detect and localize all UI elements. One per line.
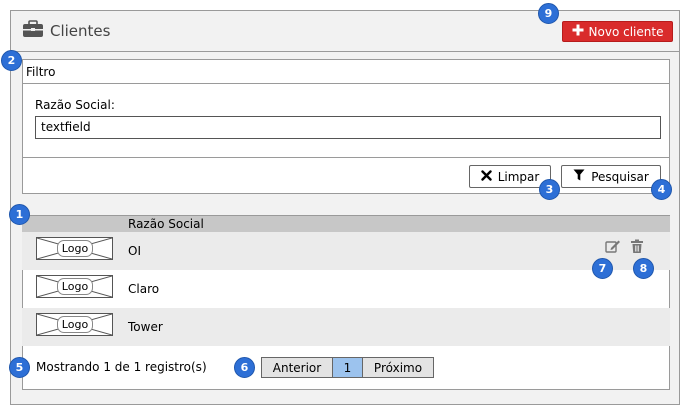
new-client-label: Novo cliente: [588, 24, 664, 39]
logo-label: Logo: [57, 316, 93, 333]
pagination-current-page[interactable]: 1: [333, 358, 363, 377]
logo-placeholder: Logo: [36, 237, 113, 260]
client-name: Tower: [128, 320, 163, 334]
header-divider: [10, 51, 680, 52]
annotation-badge-5: 5: [9, 357, 30, 378]
annotation-badge-4: 4: [651, 179, 672, 200]
search-button[interactable]: Pesquisar: [561, 165, 661, 188]
trash-icon[interactable]: [630, 239, 644, 258]
annotation-badge-3: 3: [539, 179, 560, 200]
table-header: Razão Social: [22, 216, 670, 232]
annotation-badge-1: 1: [9, 204, 30, 225]
pagination-next[interactable]: Próximo: [363, 358, 433, 377]
pagination: Anterior 1 Próximo: [261, 357, 434, 378]
filter-title: Filtro: [26, 65, 56, 79]
company-name-label: Razão Social:: [35, 98, 115, 112]
plus-icon: [572, 24, 584, 39]
filter-title-divider: [22, 83, 670, 84]
table-row[interactable]: Logo Tower: [22, 308, 670, 346]
records-count: Mostrando 1 de 1 registro(s): [36, 360, 207, 374]
company-name-input[interactable]: textfield: [35, 116, 661, 139]
edit-icon[interactable]: [605, 239, 621, 258]
logo-placeholder: Logo: [36, 313, 113, 336]
logo-label: Logo: [57, 240, 93, 257]
funnel-icon: [573, 169, 585, 184]
annotation-badge-8: 8: [633, 258, 654, 279]
briefcase-icon: [22, 20, 44, 42]
client-name: OI: [128, 244, 141, 258]
clear-button[interactable]: Limpar: [469, 165, 551, 188]
client-name: Claro: [128, 282, 160, 296]
clear-label: Limpar: [497, 169, 540, 184]
new-client-button[interactable]: Novo cliente: [562, 21, 673, 42]
annotation-badge-6: 6: [234, 357, 255, 378]
filter-actions-divider: [22, 157, 670, 158]
annotation-badge-7: 7: [592, 258, 613, 279]
page-title: Clientes: [50, 22, 111, 40]
logo-label: Logo: [57, 278, 93, 295]
x-icon: [480, 169, 492, 184]
column-company-name: Razão Social: [128, 217, 204, 231]
annotation-badge-9: 9: [538, 3, 559, 24]
search-label: Pesquisar: [591, 169, 649, 184]
logo-placeholder: Logo: [36, 275, 113, 298]
table-row[interactable]: Logo OI: [22, 232, 670, 270]
page-header: Clientes: [22, 20, 110, 42]
table-row[interactable]: Logo Claro: [22, 270, 670, 308]
pagination-previous[interactable]: Anterior: [262, 358, 333, 377]
annotation-badge-2: 2: [1, 50, 22, 71]
